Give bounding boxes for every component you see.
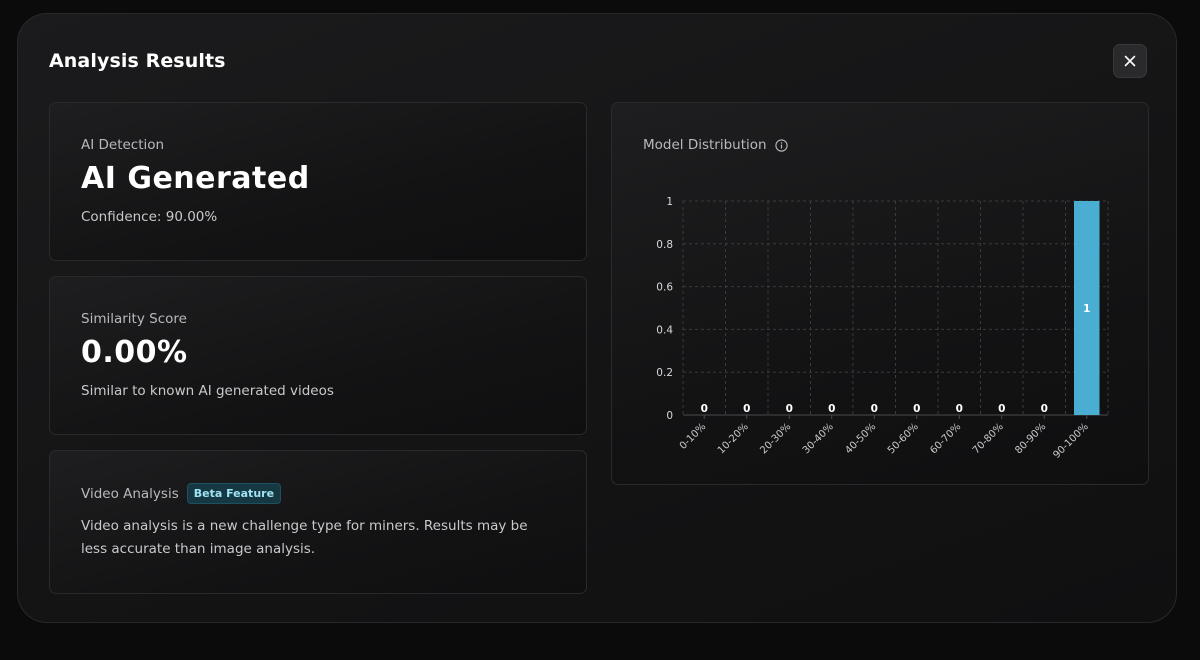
bar-data-label: 0 [786,403,793,415]
bar-data-label: 0 [998,403,1005,415]
y-tick-label: 0.2 [656,367,673,379]
bar-data-label: 0 [743,403,750,415]
video-analysis-header: Video Analysis Beta Feature [81,483,282,504]
similarity-description: Similar to known AI generated videos [81,383,334,399]
x-tick-label: 0-10% [678,421,709,452]
beta-feature-badge: Beta Feature [186,483,282,504]
x-tick-label: 20-30% [758,421,793,456]
similarity-card: Similarity Score 0.00% Similar to known … [49,276,587,435]
bar-data-label: 1 [1083,303,1090,315]
similarity-label: Similarity Score [81,311,187,327]
x-tick-label: 40-50% [843,421,878,456]
y-tick-label: 0.8 [656,239,673,251]
x-tick-label: 90-100% [1051,421,1091,461]
ai-detection-value: AI Generated [81,161,310,196]
bar-data-label: 0 [913,403,920,415]
y-tick-label: 0.4 [656,324,673,336]
close-icon [1124,55,1136,67]
ai-detection-card: AI Detection AI Generated Confidence: 90… [49,102,587,261]
x-tick-label: 70-80% [971,421,1006,456]
bar-data-label: 0 [828,403,835,415]
modal-title: Analysis Results [49,50,226,72]
analysis-results-modal: Analysis Results AI Detection AI Generat… [17,13,1177,623]
x-tick-label: 80-90% [1013,421,1048,456]
y-tick-label: 0.6 [656,282,673,294]
x-tick-label: 60-70% [928,421,963,456]
video-analysis-label: Video Analysis [81,486,179,502]
bar-data-label: 0 [871,403,878,415]
y-tick-label: 1 [666,196,673,208]
bar-data-label: 0 [701,403,708,415]
distribution-bar-chart: 0 0.2 0.4 0.6 0.8 1 0 0-10% 0 10-20% 0 20-30% 0 30-40… [656,196,1109,461]
x-tick-label: 30-40% [801,421,836,456]
similarity-value: 0.00% [81,335,188,370]
x-tick-label: 10-20% [716,421,751,456]
video-analysis-card: Video Analysis Beta Feature Video analysi… [49,450,587,594]
confidence-text: Confidence: 90.00% [81,209,218,225]
model-distribution-card: Model Distribution 0 0.2 0.4 0.6 0.8 1 0 0-10% 0… [611,102,1149,485]
y-tick-label: 0 [666,410,673,422]
ai-detection-label: AI Detection [81,137,165,153]
bar-data-label: 0 [956,403,963,415]
bar-data-label: 0 [1041,403,1048,415]
close-button[interactable] [1113,44,1147,78]
x-tick-label: 50-60% [886,421,921,456]
video-analysis-description: Video analysis is a new challenge type f… [81,518,528,557]
